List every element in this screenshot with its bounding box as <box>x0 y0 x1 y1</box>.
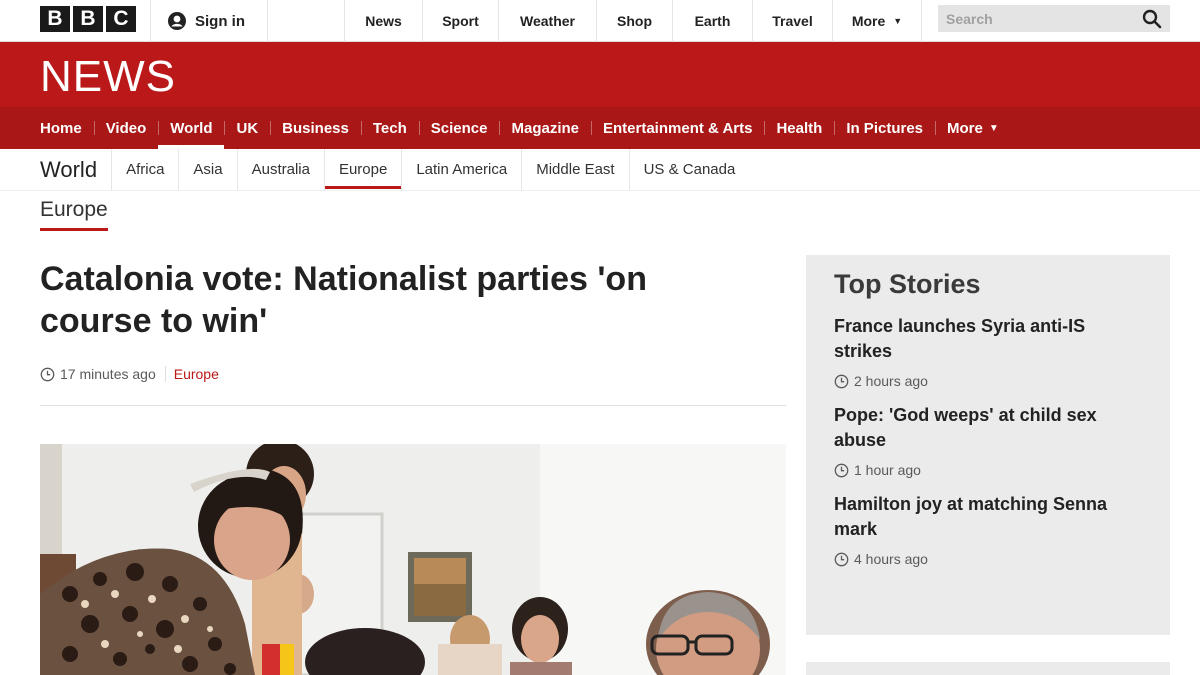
clock-icon <box>834 552 849 567</box>
topnav-sport[interactable]: Sport <box>422 0 498 42</box>
world-item-europe[interactable]: Europe <box>323 148 402 191</box>
top-stories-panel: Top Stories France launches Syria anti-I… <box>806 255 1170 635</box>
next-panel <box>806 662 1170 675</box>
topnav-weather[interactable]: Weather <box>498 0 596 42</box>
world-item-africa[interactable]: Africa <box>111 148 178 191</box>
article-photo[interactable] <box>40 444 786 675</box>
clock-icon <box>834 463 849 478</box>
search-input[interactable] <box>946 10 1126 27</box>
news-logo[interactable]: NEWS <box>40 52 176 102</box>
topnav-earth[interactable]: Earth <box>672 0 752 42</box>
section-more-label: More <box>947 119 983 137</box>
top-story-link[interactable]: Pope: 'God weeps' at child sex abuse <box>834 403 1142 453</box>
article-time: 17 minutes ago <box>60 366 156 382</box>
world-item-latin-america[interactable]: Latin America <box>401 148 521 191</box>
story-time-label: 1 hour ago <box>854 462 921 478</box>
news-banner: NEWS <box>0 42 1200 107</box>
sign-in-link[interactable]: Sign in <box>150 0 268 42</box>
bbc-logo-letter: B <box>40 6 70 32</box>
section-item-home[interactable]: Home <box>28 107 94 149</box>
bbc-logo-letter: C <box>106 6 136 32</box>
section-item-business[interactable]: Business <box>270 107 361 149</box>
world-item-asia[interactable]: Asia <box>178 148 236 191</box>
section-item-health[interactable]: Health <box>764 107 834 149</box>
list-item: Pope: 'God weeps' at child sex abuse 1 h… <box>834 403 1142 478</box>
divider <box>40 405 786 406</box>
topnav-more-label: More <box>851 13 886 29</box>
world-item-middle-east[interactable]: Middle East <box>521 148 628 191</box>
article-meta: 17 minutes ago Europe <box>40 366 219 382</box>
caret-down-icon: ▼ <box>893 16 903 26</box>
masthead: B B C Sign in News Sport Weather Shop Ea… <box>0 0 1200 42</box>
search-icon[interactable] <box>1142 9 1162 29</box>
section-item-in-pictures[interactable]: In Pictures <box>834 107 935 149</box>
top-stories-title: Top Stories <box>834 269 981 299</box>
world-item-australia[interactable]: Australia <box>236 148 324 191</box>
section-item-world[interactable]: World <box>158 107 225 149</box>
section-item-magazine[interactable]: Magazine <box>499 107 591 149</box>
article-headline: Catalonia vote: Nationalist parties 'on … <box>40 260 647 340</box>
top-story-link[interactable]: Hamilton joy at matching Senna mark <box>834 492 1142 542</box>
top-story-link[interactable]: France launches Syria anti-IS strikes <box>834 314 1142 364</box>
topnav-more[interactable]: More ▼ <box>832 0 922 42</box>
section-nav: Home Video World UK Business Tech Scienc… <box>0 107 1200 149</box>
bbc-logo[interactable]: B B C <box>40 6 136 32</box>
clock-icon <box>834 374 849 389</box>
story-time: 1 hour ago <box>834 462 1142 478</box>
top-nav: News Sport Weather Shop Earth Travel Mor… <box>344 0 922 42</box>
world-subnav: World Africa Asia Australia Europe Latin… <box>0 148 1200 191</box>
user-icon <box>167 11 187 31</box>
story-time: 4 hours ago <box>834 551 1142 567</box>
section-item-video[interactable]: Video <box>93 107 159 149</box>
section-item-science[interactable]: Science <box>418 107 500 149</box>
article-section-link[interactable]: Europe <box>164 366 219 382</box>
photo-illustration <box>40 444 786 675</box>
topnav-shop[interactable]: Shop <box>596 0 672 42</box>
story-time-label: 4 hours ago <box>854 551 928 567</box>
section-item-more[interactable]: More ▼ <box>935 107 1011 149</box>
section-item-tech[interactable]: Tech <box>360 107 419 149</box>
story-time-label: 2 hours ago <box>854 373 928 389</box>
list-item: Hamilton joy at matching Senna mark 4 ho… <box>834 492 1142 567</box>
world-subnav-title[interactable]: World <box>40 157 97 183</box>
topnav-travel[interactable]: Travel <box>752 0 832 42</box>
clock-icon <box>40 367 55 382</box>
search-box <box>938 5 1170 32</box>
sign-in-label: Sign in <box>195 12 245 30</box>
bbc-logo-letter: B <box>73 6 103 32</box>
world-item-us-canada[interactable]: US & Canada <box>628 148 750 191</box>
section-item-uk[interactable]: UK <box>224 107 270 149</box>
list-item: France launches Syria anti-IS strikes 2 … <box>834 314 1142 389</box>
story-time: 2 hours ago <box>834 373 1142 389</box>
section-item-entertainment-arts[interactable]: Entertainment & Arts <box>591 107 764 149</box>
caret-down-icon: ▼ <box>988 122 999 134</box>
topnav-news[interactable]: News <box>344 0 422 42</box>
section-label[interactable]: Europe <box>40 198 108 231</box>
